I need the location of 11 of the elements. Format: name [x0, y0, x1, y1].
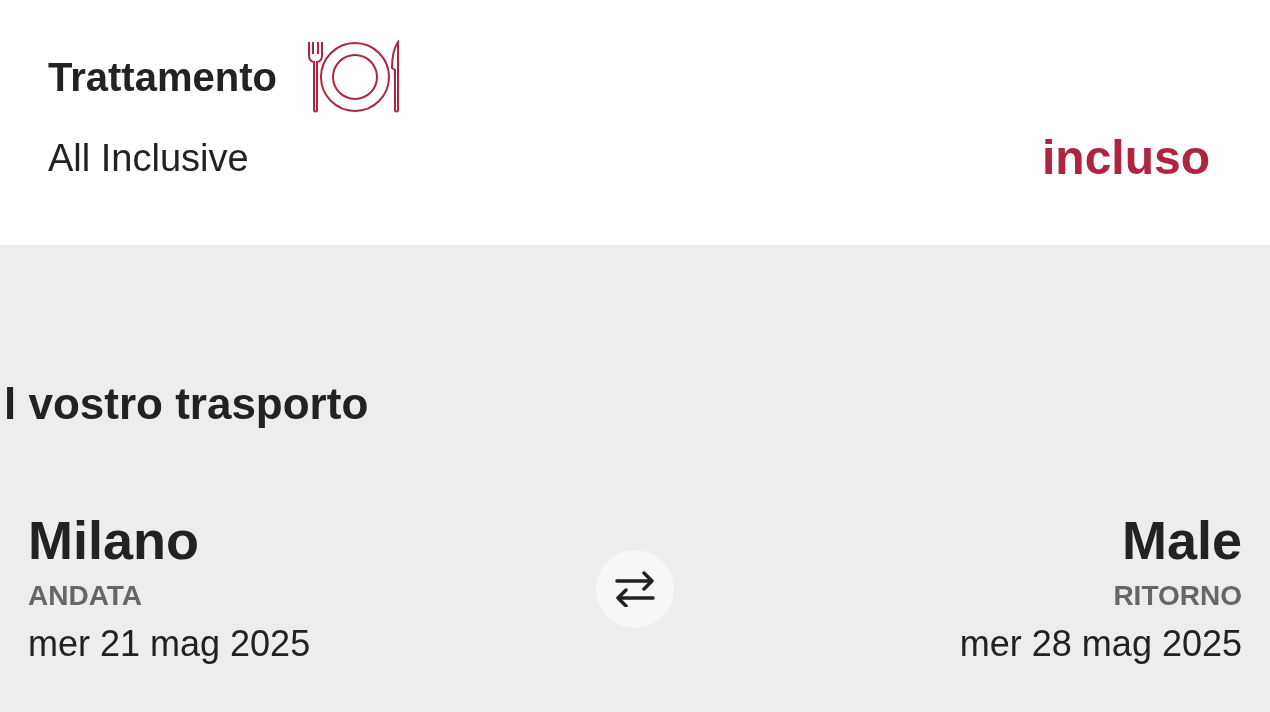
- leg-date: mer 21 mag 2025: [28, 621, 311, 666]
- city-name: Male: [1121, 509, 1242, 572]
- leg-label: ANDATA: [28, 578, 143, 613]
- city-name: Milano: [28, 509, 199, 572]
- swap-arrows-icon: [615, 570, 655, 607]
- section-title: l vostro trasporto: [3, 378, 370, 430]
- board-value: All Inclusive: [48, 135, 249, 181]
- leg-date: mer 28 mag 2025: [959, 621, 1242, 666]
- leg-label: RITORNO: [1113, 578, 1242, 613]
- section-title: Trattamento: [48, 54, 277, 101]
- price-label: incluso: [1041, 130, 1210, 186]
